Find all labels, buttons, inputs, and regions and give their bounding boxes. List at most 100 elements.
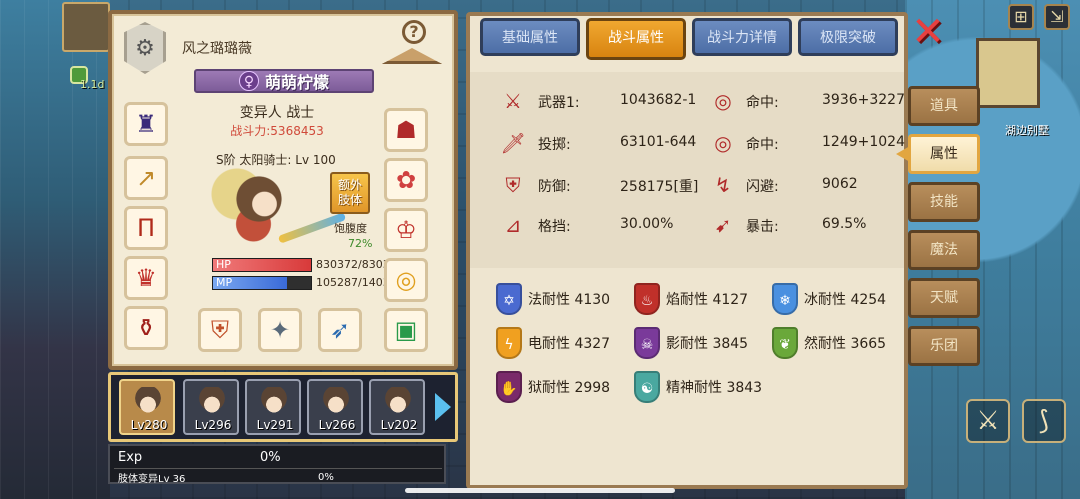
equip-slot-cape[interactable]: Π <box>124 206 168 250</box>
equip-slot-rings[interactable]: ◎ <box>384 258 428 302</box>
network-icon[interactable]: ⊞ <box>1008 4 1034 30</box>
side-tab-items[interactable]: 道具 <box>908 86 980 126</box>
brain-icon: ☯ <box>634 371 660 403</box>
extra-limb-label: 额外 肢体 <box>337 178 362 207</box>
limb-mutation-percent: 0% <box>318 472 334 483</box>
leaf-icon: ❦ <box>772 327 798 359</box>
armor-helm-icon: ♜ <box>135 110 157 138</box>
member-level: Lv296 <box>194 418 232 432</box>
minimap[interactable] <box>976 38 1040 108</box>
hp-value: 830372/8303 <box>316 258 388 271</box>
stat-label: 防御: <box>538 179 571 195</box>
dodge-icon: ↯ <box>714 173 732 197</box>
stat-value: 1043682-1 <box>620 92 697 108</box>
combat-power: 战斗力:5368453 <box>230 124 324 138</box>
party-next-arrow-icon[interactable] <box>435 393 451 421</box>
side-tab-talent[interactable]: 天赋 <box>908 278 980 318</box>
equip-slot-accessory[interactable]: ⚱ <box>124 306 168 350</box>
party-member[interactable]: Lv280 <box>119 379 175 435</box>
status-badge-text: 1.1d <box>80 78 105 91</box>
bow-skill-icon[interactable]: ⟆ <box>1022 399 1066 443</box>
stat-label: 暴击: <box>746 219 779 235</box>
fish-icon: ➶ <box>329 316 351 344</box>
equip-slot-head[interactable]: ☗ <box>384 108 428 152</box>
sword-skill-icon[interactable]: ⚔ <box>966 399 1010 443</box>
block-icon: ⊿ <box>504 213 522 237</box>
party-bar: Lv280 Lv296 Lv291 Lv266 Lv202 <box>108 372 458 442</box>
hud-top-right-icons: ⊞ ⇲ <box>1008 4 1070 30</box>
equip-slot-fish[interactable]: ➶ <box>318 308 362 352</box>
side-tab-skills[interactable]: 技能 <box>908 182 980 222</box>
member-level: Lv266 <box>318 418 356 432</box>
exit-icon[interactable]: ⇲ <box>1044 4 1070 30</box>
help-icon[interactable]: ? <box>402 20 426 44</box>
fire-icon: ♨ <box>634 283 660 315</box>
exp-panel: Exp 0% 肢体变异Lv 36 0% <box>108 444 446 485</box>
member-portrait <box>317 387 355 419</box>
wardrobe-hanger-icon[interactable] <box>382 48 442 64</box>
stat-value: 3936+3227 <box>822 92 905 108</box>
resistance-nature: ❦ 然耐性 3665 <box>772 326 886 360</box>
spear-icon: ↗ <box>135 164 157 192</box>
equip-slot-relic[interactable]: ▣ <box>384 308 428 352</box>
resistance-fire: ♨ 焰耐性 4127 <box>634 282 748 316</box>
character-panel: ⚙ 风之璐璐薇 ? ♀ 萌萌柠檬 变异人 战士 战斗力:5368453 S阶 太… <box>108 10 458 370</box>
equip-slot-belt[interactable]: ♛ <box>124 256 168 300</box>
party-member[interactable]: Lv296 <box>183 379 239 435</box>
resistances: ✡ 法耐性 4130 ♨ 焰耐性 4127 ❄ 冰耐性 4254 ϟ 电耐性 4… <box>470 272 904 417</box>
equip-slot-dragon[interactable]: ✦ <box>258 308 302 352</box>
tab-power-details[interactable]: 战斗力详情 <box>692 18 792 56</box>
stat-label: 武器1: <box>538 95 580 111</box>
resistance-label: 影耐性 3845 <box>666 336 749 352</box>
tab-basic-attributes[interactable]: 基础属性 <box>480 18 580 56</box>
side-tab-attributes[interactable]: 属性 <box>908 134 980 174</box>
party-member[interactable]: Lv266 <box>307 379 363 435</box>
female-gender-icon: ♀ <box>238 71 259 91</box>
character-title-bar[interactable]: ♀ 萌萌柠檬 <box>194 69 374 93</box>
member-portrait <box>193 387 231 419</box>
party-member[interactable]: Lv202 <box>369 379 425 435</box>
resistance-label: 然耐性 3665 <box>804 336 887 352</box>
equip-slot-helm[interactable]: ♜ <box>124 102 168 146</box>
stat-value: 9062 <box>822 176 858 192</box>
home-indicator[interactable] <box>405 488 675 493</box>
stat-label: 命中: <box>746 95 779 111</box>
tab-combat-attributes[interactable]: 战斗属性 <box>586 18 686 60</box>
resistance-ice: ❄ 冰耐性 4254 <box>772 282 886 316</box>
resistance-spirit: ☯ 精神耐性 3843 <box>634 370 762 404</box>
stat-label: 格挡: <box>538 219 571 235</box>
extra-limb-button[interactable]: 额外 肢体 <box>330 172 370 214</box>
combat-stats: ⚔ 武器1: 1043682-1 ◎ 命中: 3936+3227 🗡 投掷: 6… <box>470 72 905 268</box>
left-world-strip <box>0 0 110 499</box>
skull-icon: ☠ <box>634 327 660 359</box>
exp-bar <box>114 468 442 469</box>
dagger-icon: 🗡 <box>500 131 526 155</box>
resistance-label: 焰耐性 4127 <box>666 292 749 308</box>
side-tab-magic[interactable]: 魔法 <box>908 230 980 270</box>
character-title: 萌萌柠檬 <box>264 73 329 92</box>
side-tab-band[interactable]: 乐团 <box>908 326 980 366</box>
tab-limit-break[interactable]: 极限突破 <box>798 18 898 56</box>
resistance-label: 电耐性 4327 <box>528 336 611 352</box>
stat-value: 63101-644 <box>620 134 697 150</box>
close-button[interactable]: ✕ <box>908 12 948 52</box>
shield-icon: ⛨ <box>211 316 229 344</box>
skill-buttons: ⚔ ⟆ <box>966 399 1066 443</box>
stat-value: 30.00% <box>620 216 674 232</box>
equip-slot-chest[interactable]: ♔ <box>384 208 428 252</box>
equip-slot-weapon[interactable]: ↗ <box>124 156 168 200</box>
mp-bar: MP 105287/1403 <box>212 276 388 290</box>
party-member[interactable]: Lv291 <box>245 379 301 435</box>
stat-value: 1249+1024 <box>822 134 905 150</box>
equip-slot-pet[interactable]: ✿ <box>384 158 428 202</box>
member-level: Lv280 <box>130 418 168 432</box>
attributes-panel: 基础属性 战斗属性 战斗力详情 极限突破 ⚔ 武器1: 1043682-1 ◎ … <box>466 12 908 489</box>
equip-slot-shield[interactable]: ⛨ <box>198 308 242 352</box>
character-portrait <box>204 164 314 264</box>
claw-icon: ✋ <box>496 371 522 403</box>
chest-armor-icon: ♔ <box>395 216 417 244</box>
stat-value: 69.5% <box>822 216 867 232</box>
class-emblem-icon: ⚙ <box>124 22 166 74</box>
player-avatar-hud[interactable] <box>62 2 110 52</box>
snowflake-icon: ❄ <box>772 283 798 315</box>
